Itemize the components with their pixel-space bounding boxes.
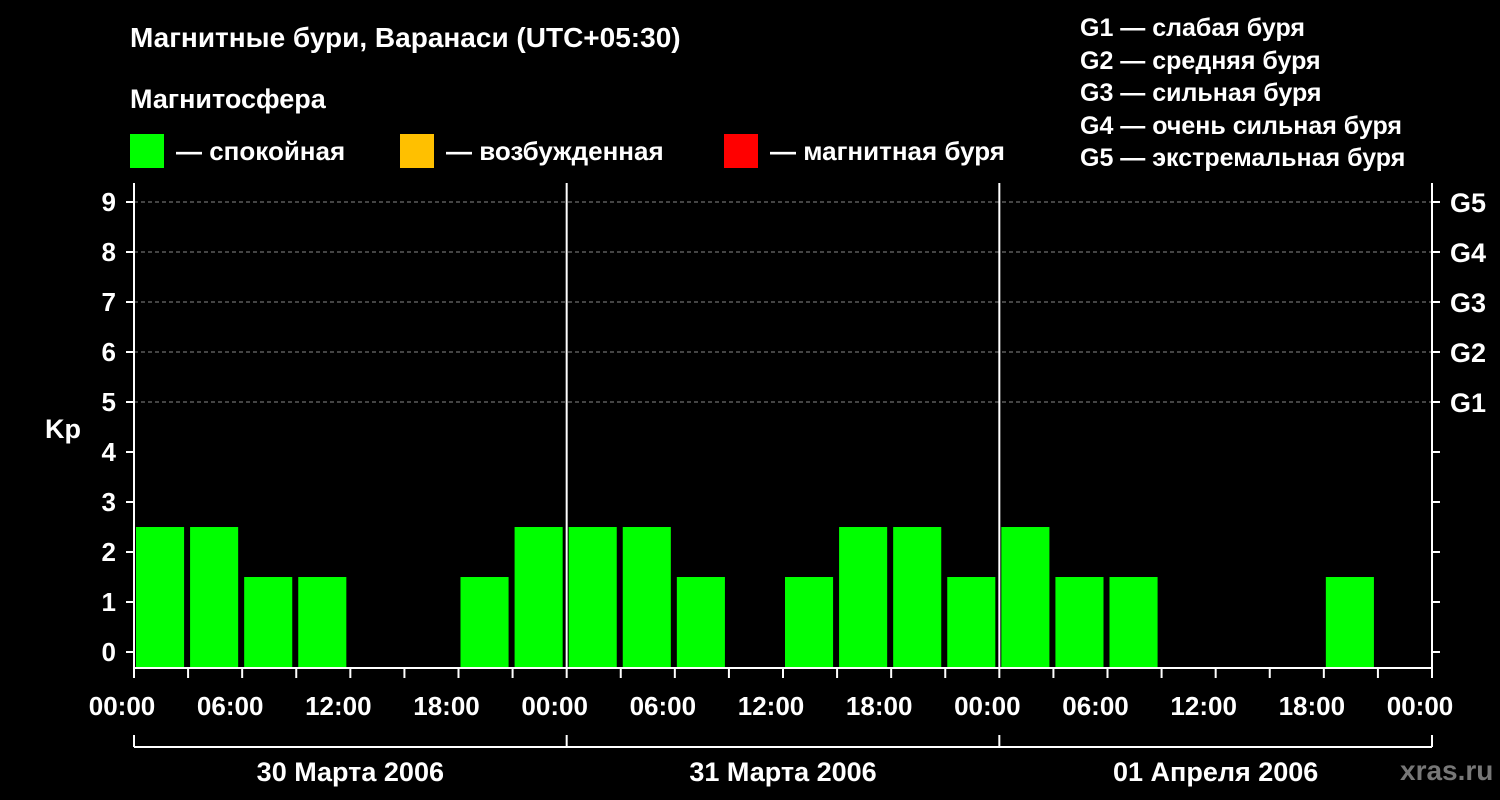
x-tick-label: 00:00 [521, 691, 588, 721]
y-tick-label: 6 [102, 337, 116, 367]
y-tick-label: 9 [102, 187, 116, 217]
kp-bar [1055, 577, 1104, 668]
storm-level-label: G3 [1450, 288, 1486, 318]
y-tick-label: 7 [102, 287, 116, 317]
x-tick-label: 00:00 [954, 691, 1021, 721]
x-tick-label: 18:00 [413, 691, 480, 721]
kp-bar [190, 527, 239, 668]
x-tick-label: 12:00 [305, 691, 372, 721]
kp-bar [514, 527, 563, 668]
y-tick-label: 2 [102, 537, 116, 567]
x-tick-label: 06:00 [197, 691, 264, 721]
kp-bar [839, 527, 888, 668]
y-tick-label: 1 [102, 587, 116, 617]
y-tick-label: 4 [102, 437, 117, 467]
storm-level-label: G5 [1450, 188, 1486, 218]
x-tick-label: 12:00 [738, 691, 805, 721]
storm-level-label: G2 [1450, 338, 1486, 368]
kp-bar [1001, 527, 1050, 668]
y-tick-label: 8 [102, 237, 116, 267]
kp-bar [568, 527, 617, 668]
kp-bar [622, 527, 671, 668]
day-label: 31 Марта 2006 [689, 757, 876, 787]
x-tick-label: 00:00 [89, 691, 156, 721]
kp-bar [676, 577, 725, 668]
watermark: xras.ru [1400, 755, 1494, 786]
y-axis-label: Kp [45, 414, 81, 444]
kp-bar-chart: 0 1 2 3 4 5 6 7 8 9 G1 G2 G3 G4 G5 Kp 00:00 06:00 12:00 18:… [45, 183, 1486, 787]
day-label: 30 Марта 2006 [257, 757, 444, 787]
kp-bar [1109, 577, 1158, 668]
x-tick-label: 18:00 [1279, 691, 1346, 721]
kp-bar [136, 527, 185, 668]
kp-bar [1325, 577, 1374, 668]
y-tick-label: 5 [102, 387, 116, 417]
storm-level-label: G4 [1450, 238, 1486, 268]
x-tick-label: 12:00 [1170, 691, 1237, 721]
x-tick-label: 06:00 [630, 691, 697, 721]
x-tick-label: 06:00 [1062, 691, 1129, 721]
kp-bar [298, 577, 347, 668]
y-tick-label: 0 [102, 637, 116, 667]
x-tick-label: 18:00 [846, 691, 913, 721]
y-tick-label: 3 [102, 487, 116, 517]
storm-level-label: G1 [1450, 388, 1486, 418]
x-tick-label: 00:00 [1387, 691, 1454, 721]
day-label: 01 Апреля 2006 [1113, 757, 1318, 787]
kp-bar [893, 527, 942, 668]
kp-bar [244, 577, 293, 668]
kp-bar [460, 577, 509, 668]
kp-bar [785, 577, 834, 668]
kp-bar [947, 577, 996, 668]
